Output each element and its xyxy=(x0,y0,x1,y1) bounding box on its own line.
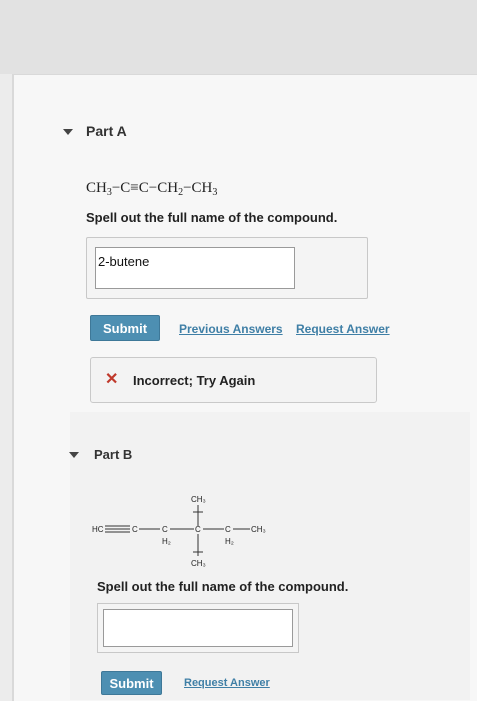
structure-label: CH₃ xyxy=(191,559,206,568)
part-b-answer-frame xyxy=(97,603,299,653)
structure-label: C xyxy=(225,525,231,534)
structure-label: HC xyxy=(92,525,104,534)
part-b-prompt: Spell out the full name of the compound. xyxy=(97,579,349,594)
structure-label: C xyxy=(132,525,138,534)
x-icon: ✕ xyxy=(105,371,119,388)
part-a-submit-button[interactable]: Submit xyxy=(90,315,160,341)
formula-ch3: −CH xyxy=(183,180,213,196)
part-a-answer-input[interactable]: 2-butene xyxy=(95,247,295,289)
feedback-box: ✕ Incorrect; Try Again xyxy=(90,357,377,403)
part-b-title: Part B xyxy=(94,447,133,462)
structure-label: C xyxy=(195,525,201,534)
part-a-title: Part A xyxy=(86,123,127,139)
compound-structure-diagram: CH₃ HC C C H₂ C CH₃ C H₂ CH₃ xyxy=(92,495,266,568)
previous-answers-link[interactable]: Previous Answers xyxy=(179,322,283,336)
collapse-caret-icon[interactable] xyxy=(63,129,73,135)
formula-sub: 3 xyxy=(212,187,218,198)
part-b-answer-input[interactable] xyxy=(103,609,293,647)
structure-label: H₂ xyxy=(225,537,234,546)
collapse-caret-icon[interactable] xyxy=(69,452,79,458)
part-a-answer-frame: 2-butene xyxy=(86,237,368,299)
formula-triple-bond: −C≡C−CH xyxy=(111,180,179,196)
structure-label: CH₃ xyxy=(251,525,266,534)
part-b-request-answer-link[interactable]: Request Answer xyxy=(184,677,270,689)
part-b-submit-button[interactable]: Submit xyxy=(101,671,162,695)
part-a-request-answer-link[interactable]: Request Answer xyxy=(296,322,390,336)
compound-formula: CH3−C≡C−CH2−CH3 xyxy=(86,180,217,198)
feedback-text: Incorrect; Try Again xyxy=(133,373,256,388)
formula-ch3: CH xyxy=(86,180,107,196)
structure-label: CH₃ xyxy=(191,495,206,504)
top-band xyxy=(0,0,477,74)
structure-label: C xyxy=(162,525,168,534)
structure-label: H₂ xyxy=(162,537,171,546)
part-a-prompt: Spell out the full name of the compound. xyxy=(86,210,338,225)
